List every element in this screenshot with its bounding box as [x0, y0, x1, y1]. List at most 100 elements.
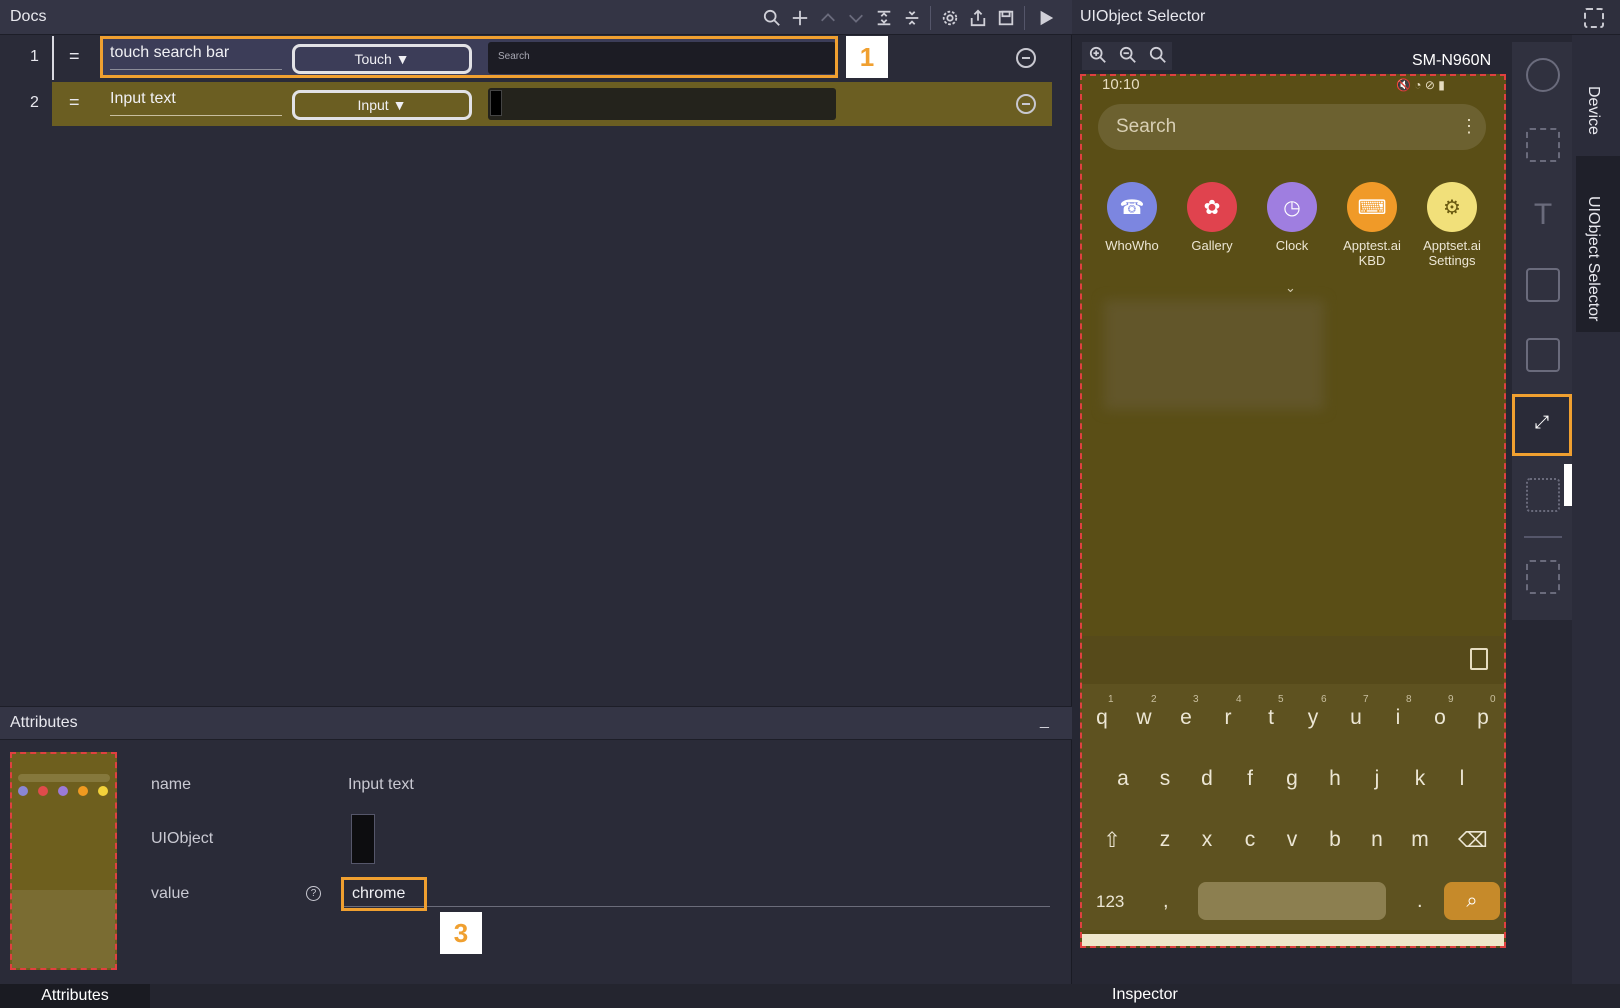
drag-handle-icon[interactable]: =: [69, 46, 80, 67]
remove-step-icon[interactable]: [1016, 94, 1036, 114]
keyboard-icon: ⌨: [1347, 182, 1397, 232]
name-label: name: [151, 776, 192, 793]
app-label: Gallery: [1191, 238, 1233, 253]
grid-select-icon[interactable]: [1526, 338, 1560, 372]
docs-title: Docs: [10, 8, 47, 25]
key-g[interactable]: g: [1278, 767, 1306, 791]
blurred-area: [1104, 300, 1324, 410]
key-comma[interactable]: ,: [1163, 890, 1169, 913]
key-r[interactable]: r: [1214, 706, 1242, 730]
key-q[interactable]: q: [1088, 706, 1116, 730]
search-key-icon[interactable]: ⌕: [1444, 882, 1500, 920]
preview-app-icon: [98, 786, 108, 796]
hierarchy-icon[interactable]: [1526, 478, 1560, 512]
bottom-tab-bar: [0, 984, 1072, 1008]
region-select-icon[interactable]: [1526, 560, 1560, 594]
key-l[interactable]: l: [1448, 767, 1476, 791]
key-hint: 8: [1406, 694, 1412, 705]
spacebar[interactable]: [1198, 882, 1386, 920]
whowho-icon: ☎: [1107, 182, 1157, 232]
chevron-up-icon[interactable]: [818, 8, 838, 28]
zoom-reset-icon[interactable]: [1148, 45, 1168, 65]
collapse-all-icon[interactable]: [902, 8, 922, 28]
shift-icon[interactable]: ⇧: [1098, 828, 1126, 853]
callout-box-3: [341, 877, 427, 911]
key-s[interactable]: s: [1151, 767, 1179, 791]
refresh-icon[interactable]: [1526, 58, 1560, 92]
zoom-out-icon[interactable]: [1118, 45, 1138, 65]
tab-uiobject-selector[interactable]: UIObject Selector: [1584, 196, 1602, 321]
key-x[interactable]: x: [1193, 828, 1221, 852]
play-icon[interactable]: [1036, 8, 1056, 28]
help-icon[interactable]: ?: [306, 886, 321, 901]
preview-app-icon: [58, 786, 68, 796]
settings-robot-icon: ⚙: [1427, 182, 1477, 232]
app-apptest-settings[interactable]: ⚙ Apptset.ai Settings: [1412, 182, 1492, 268]
key-u[interactable]: u: [1342, 706, 1370, 730]
text-select-icon[interactable]: T: [1526, 198, 1560, 232]
app-apptest-kbd[interactable]: ⌨ Apptest.ai KBD: [1332, 182, 1412, 268]
app-gallery[interactable]: ✿ Gallery: [1172, 182, 1252, 253]
key-v[interactable]: v: [1278, 828, 1306, 852]
uiobject-thumbnail[interactable]: [488, 88, 836, 120]
key-z[interactable]: z: [1151, 828, 1179, 852]
key-p[interactable]: p: [1469, 706, 1497, 730]
remove-step-icon[interactable]: [1016, 48, 1036, 68]
tab-attributes[interactable]: Attributes: [0, 984, 150, 1008]
key-w[interactable]: w: [1130, 706, 1158, 730]
key-c[interactable]: c: [1236, 828, 1264, 852]
key-y[interactable]: y: [1299, 706, 1327, 730]
phone-thumbnail-image: [490, 90, 502, 116]
save-icon[interactable]: [996, 8, 1016, 28]
nav-bar: [1082, 934, 1504, 946]
step-name-input[interactable]: Input text: [110, 90, 282, 116]
key-n[interactable]: n: [1363, 828, 1391, 852]
app-label: Apptest.ai KBD: [1343, 238, 1401, 268]
key-d[interactable]: d: [1193, 767, 1221, 791]
uiobject-label: UIObject: [151, 830, 214, 847]
preview-app-icon: [38, 786, 48, 796]
tab-inspector[interactable]: Inspector: [1112, 986, 1178, 1004]
key-period[interactable]: .: [1417, 890, 1423, 913]
key-j[interactable]: j: [1363, 767, 1391, 791]
key-m[interactable]: m: [1406, 828, 1434, 852]
more-options-icon[interactable]: ⋮: [1460, 116, 1478, 137]
step-number: 1: [30, 48, 39, 65]
key-123[interactable]: 123: [1096, 892, 1124, 912]
key-hint: 7: [1363, 694, 1369, 705]
uiobject-image[interactable]: [351, 814, 375, 864]
select-object-icon[interactable]: [1526, 128, 1560, 162]
image-select-icon[interactable]: [1526, 268, 1560, 302]
search-icon[interactable]: [762, 8, 782, 28]
key-i[interactable]: i: [1384, 706, 1412, 730]
key-k[interactable]: k: [1406, 767, 1434, 791]
gear-icon[interactable]: [940, 8, 960, 28]
backspace-icon[interactable]: ⌫: [1458, 828, 1488, 853]
drag-handle-icon[interactable]: =: [69, 92, 80, 113]
key-b[interactable]: b: [1321, 828, 1349, 852]
key-hint: 3: [1193, 694, 1199, 705]
app-label: Clock: [1275, 238, 1309, 253]
key-hint: 0: [1490, 694, 1496, 705]
expand-all-icon[interactable]: [874, 8, 894, 28]
add-icon[interactable]: [790, 8, 810, 28]
step-number: 2: [30, 94, 39, 111]
key-e[interactable]: e: [1172, 706, 1200, 730]
key-o[interactable]: o: [1426, 706, 1454, 730]
key-f[interactable]: f: [1236, 767, 1264, 791]
clipboard-icon[interactable]: [1470, 648, 1488, 670]
chevron-down-icon[interactable]: [846, 8, 866, 28]
key-a[interactable]: a: [1109, 767, 1137, 791]
zoom-in-icon[interactable]: [1088, 45, 1108, 65]
app-clock[interactable]: ◷ Clock: [1252, 182, 1332, 253]
key-t[interactable]: t: [1257, 706, 1285, 730]
export-icon[interactable]: [968, 8, 988, 28]
screen-capture-icon[interactable]: [1584, 8, 1604, 28]
action-select[interactable]: Input ▼: [292, 90, 472, 120]
app-whowho[interactable]: ☎ WhoWho: [1092, 182, 1172, 253]
expand-chevron-icon[interactable]: ⌄: [1285, 280, 1296, 296]
minimize-button[interactable]: _: [1040, 712, 1049, 730]
tab-device[interactable]: Device: [1584, 86, 1602, 135]
key-h[interactable]: h: [1321, 767, 1349, 791]
value-label: value: [151, 885, 190, 902]
